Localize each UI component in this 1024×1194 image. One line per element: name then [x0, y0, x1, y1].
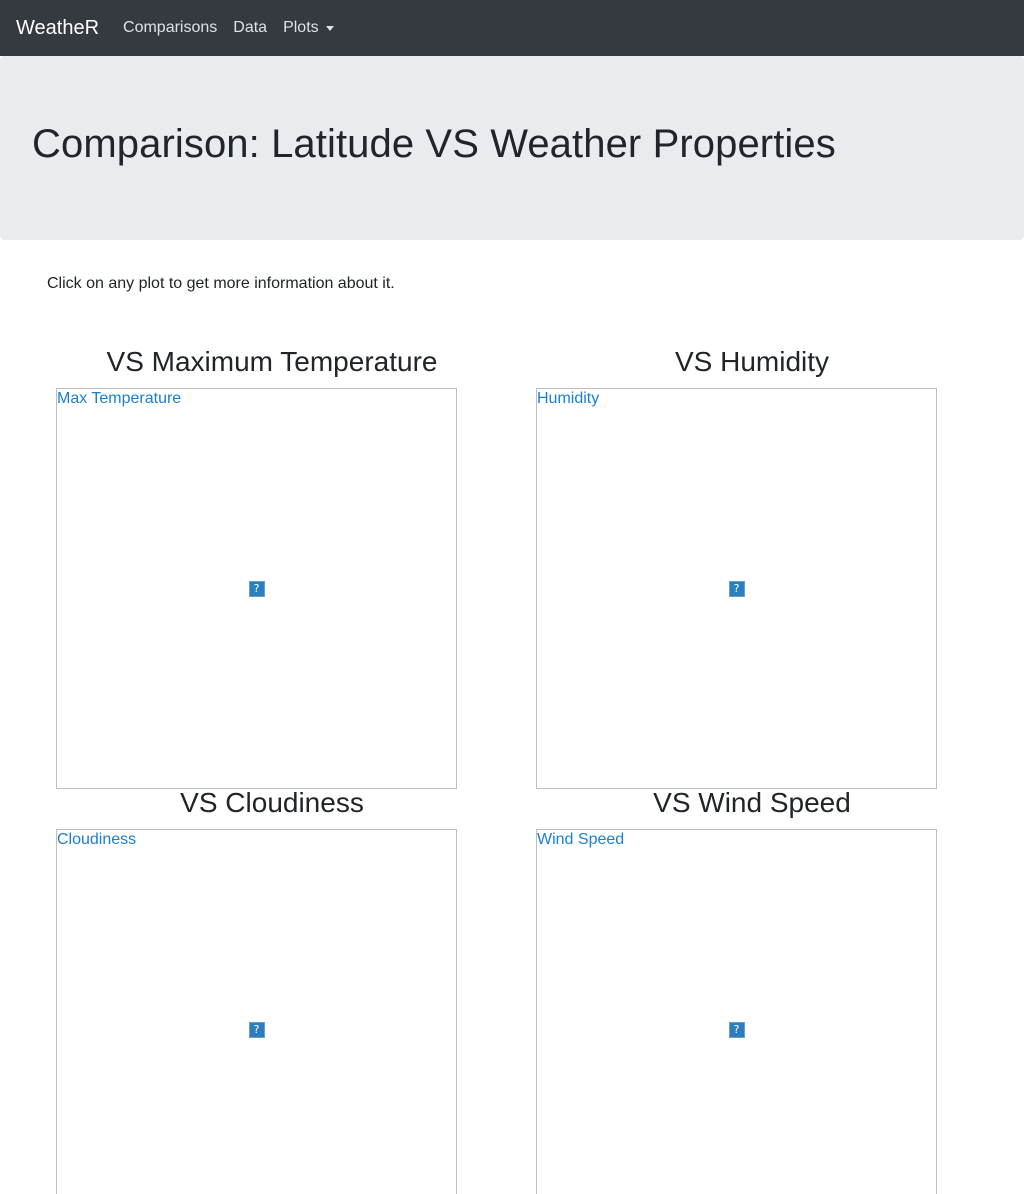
plot-heading: VS Cloudiness — [180, 787, 364, 818]
intro-text: Click on any plot to get more informatio… — [47, 275, 395, 292]
caret-down-icon — [325, 26, 334, 31]
plot-heading: VS Wind Speed — [653, 787, 851, 818]
plot-image-humidity[interactable]: Humidity ? — [536, 388, 937, 789]
nav-dropdown-label: Plots — [283, 19, 319, 36]
navbar: WeatheR Comparisons Data Plots — [0, 0, 1024, 56]
plot-card-wind-speed: VS Wind Speed Wind Speed ? — [512, 786, 992, 1194]
plot-image-wind-speed[interactable]: Wind Speed ? — [536, 829, 937, 1194]
plot-card-cloudiness: VS Cloudiness Cloudiness ? — [32, 786, 512, 1194]
plot-image-cloudiness[interactable]: Cloudiness ? — [56, 829, 457, 1194]
main-content: Click on any plot to get more informatio… — [0, 275, 1024, 1194]
nav-dropdown-plots[interactable]: Plots — [275, 11, 342, 45]
plot-heading: VS Humidity — [674, 346, 830, 377]
plot-image-max-temperature[interactable]: Max Temperature ? — [56, 388, 457, 789]
broken-image-icon: ? — [248, 580, 265, 597]
nav-link-data[interactable]: Data — [225, 11, 275, 45]
jumbotron: Comparison: Latitude VS Weather Properti… — [0, 56, 1024, 240]
plot-card-max-temperature: VS Maximum Temperature Max Temperature ? — [32, 345, 512, 789]
broken-image-icon: ? — [728, 1021, 745, 1038]
page-title: Comparison: Latitude VS Weather Properti… — [32, 121, 836, 166]
broken-image-icon: ? — [728, 580, 745, 597]
plot-alt-text: Wind Speed — [537, 831, 625, 848]
plot-card-humidity: VS Humidity Humidity ? — [512, 345, 992, 789]
brand-link[interactable]: WeatheR — [16, 17, 99, 40]
nav-link-comparisons[interactable]: Comparisons — [115, 11, 225, 45]
plot-alt-text: Humidity — [537, 390, 600, 407]
plot-heading: VS Maximum Temperature — [106, 346, 438, 377]
broken-image-icon: ? — [248, 1021, 265, 1038]
plot-alt-text: Cloudiness — [57, 831, 137, 848]
plot-alt-text: Max Temperature — [57, 390, 182, 407]
